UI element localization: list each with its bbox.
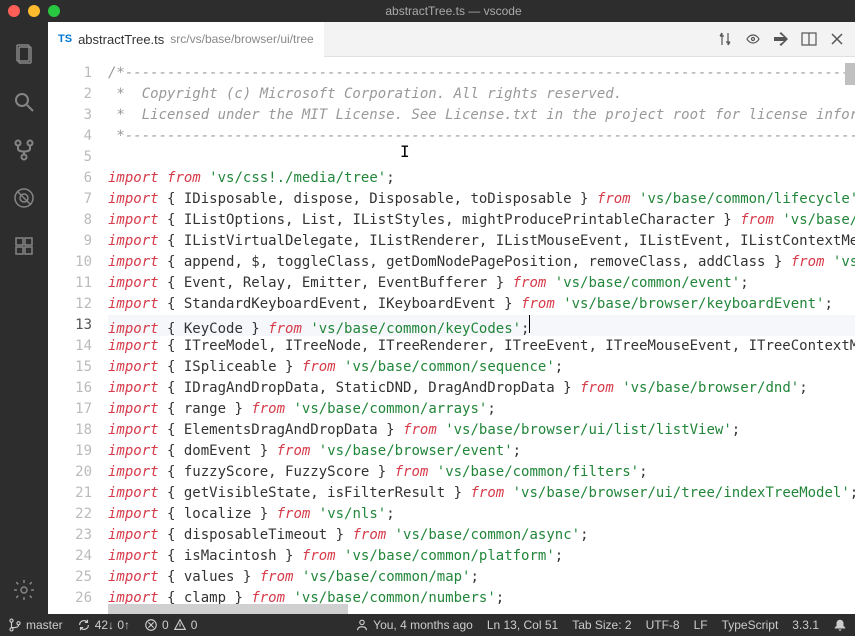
code-line[interactable]: import { values } from 'vs/base/common/m…	[108, 567, 855, 588]
line-number: 14	[48, 336, 92, 357]
horizontal-scrollbar[interactable]	[48, 604, 855, 614]
code-line[interactable]: import { range } from 'vs/base/common/ar…	[108, 399, 855, 420]
cursor-position[interactable]: Ln 13, Col 51	[487, 618, 558, 632]
run-code-icon[interactable]	[773, 31, 789, 47]
line-number: 20	[48, 462, 92, 483]
line-number: 5	[48, 147, 92, 168]
status-bar: master 42↓ 0↑ 0 0 You, 4 months ago Ln 1…	[0, 614, 855, 636]
tab-filename: abstractTree.ts	[78, 32, 164, 47]
code-line[interactable]: import { append, $, toggleClass, getDomN…	[108, 252, 855, 273]
line-number: 2	[48, 84, 92, 105]
code-line[interactable]: import { isMacintosh } from 'vs/base/com…	[108, 546, 855, 567]
typescript-version[interactable]: 3.3.1	[792, 618, 819, 632]
line-number: 8	[48, 210, 92, 231]
git-blame[interactable]: You, 4 months ago	[355, 618, 473, 632]
text-cursor-icon: I	[400, 141, 410, 162]
code-line[interactable]: * Licensed under the MIT License. See Li…	[108, 105, 855, 126]
line-number: 7	[48, 189, 92, 210]
extensions-icon[interactable]	[0, 222, 48, 270]
line-number: 26	[48, 588, 92, 604]
line-number: 13	[48, 315, 92, 336]
breadcrumb: src/vs/base/browser/ui/tree	[170, 32, 313, 46]
line-number-gutter: 1234567891011121314151617181920212223242…	[48, 57, 108, 604]
code-line[interactable]	[108, 147, 855, 168]
language-mode[interactable]: TypeScript	[722, 618, 779, 632]
activity-bar	[0, 22, 48, 614]
window-controls	[8, 5, 60, 17]
problems[interactable]: 0 0	[144, 618, 197, 632]
git-sync[interactable]: 42↓ 0↑	[77, 618, 130, 632]
typescript-file-icon: TS	[58, 33, 72, 45]
line-number: 4	[48, 126, 92, 147]
debug-icon[interactable]	[0, 174, 48, 222]
minimap-slider[interactable]	[845, 63, 855, 85]
window-title: abstractTree.ts — vscode	[60, 4, 847, 18]
source-control-icon[interactable]	[0, 126, 48, 174]
code-line[interactable]: import { ElementsDragAndDropData } from …	[108, 420, 855, 441]
line-number: 19	[48, 441, 92, 462]
line-number: 21	[48, 483, 92, 504]
code-line[interactable]: import { ISpliceable } from 'vs/base/com…	[108, 357, 855, 378]
explorer-icon[interactable]	[0, 30, 48, 78]
code-line[interactable]: *---------------------------------------…	[108, 126, 855, 147]
code-line[interactable]: import { ITreeModel, ITreeNode, ITreeRen…	[108, 336, 855, 357]
code-line[interactable]: * Copyright (c) Microsoft Corporation. A…	[108, 84, 855, 105]
titlebar: abstractTree.ts — vscode	[0, 0, 855, 22]
code-editor[interactable]: 1234567891011121314151617181920212223242…	[48, 57, 855, 604]
code-line[interactable]: import { Event, Relay, Emitter, EventBuf…	[108, 273, 855, 294]
line-number: 25	[48, 567, 92, 588]
code-line[interactable]: import { IListVirtualDelegate, IListRend…	[108, 231, 855, 252]
line-number: 11	[48, 273, 92, 294]
code-line[interactable]: import from 'vs/css!./media/tree';	[108, 168, 855, 189]
code-line[interactable]: import { StandardKeyboardEvent, IKeyboar…	[108, 294, 855, 315]
line-number: 12	[48, 294, 92, 315]
code-line[interactable]: /*--------------------------------------…	[108, 63, 855, 84]
code-line[interactable]: import { disposableTimeout } from 'vs/ba…	[108, 525, 855, 546]
tab-size[interactable]: Tab Size: 2	[572, 618, 631, 632]
line-number: 10	[48, 252, 92, 273]
line-number: 17	[48, 399, 92, 420]
horizontal-scrollbar-thumb[interactable]	[108, 604, 348, 614]
minimize-window-button[interactable]	[28, 5, 40, 17]
line-number: 1	[48, 63, 92, 84]
code-line[interactable]: import { localize } from 'vs/nls';	[108, 504, 855, 525]
settings-gear-icon[interactable]	[0, 566, 48, 614]
code-line[interactable]: import { clamp } from 'vs/base/common/nu…	[108, 588, 855, 604]
line-number: 9	[48, 231, 92, 252]
code-line[interactable]: import { domEvent } from 'vs/base/browse…	[108, 441, 855, 462]
line-number: 18	[48, 420, 92, 441]
split-editor-icon[interactable]	[801, 31, 817, 47]
notification-bell-icon[interactable]	[833, 618, 847, 632]
close-icon[interactable]	[829, 31, 845, 47]
code-line[interactable]: import { IDisposable, dispose, Disposabl…	[108, 189, 855, 210]
line-number: 24	[48, 546, 92, 567]
code-line[interactable]: import { IDragAndDropData, StaticDND, Dr…	[108, 378, 855, 399]
line-number: 22	[48, 504, 92, 525]
editor-actions	[717, 31, 855, 47]
show-preview-icon[interactable]	[745, 31, 761, 47]
code-line[interactable]: import { fuzzyScore, FuzzyScore } from '…	[108, 462, 855, 483]
line-number: 6	[48, 168, 92, 189]
git-branch[interactable]: master	[8, 618, 63, 632]
code-line[interactable]: import { KeyCode } from 'vs/base/common/…	[108, 315, 855, 336]
line-number: 3	[48, 105, 92, 126]
search-icon[interactable]	[0, 78, 48, 126]
code-content[interactable]: /*--------------------------------------…	[108, 57, 855, 604]
close-window-button[interactable]	[8, 5, 20, 17]
tab-bar: TS abstractTree.ts src/vs/base/browser/u…	[48, 22, 855, 57]
compare-changes-icon[interactable]	[717, 31, 733, 47]
code-line[interactable]: import { getVisibleState, isFilterResult…	[108, 483, 855, 504]
encoding[interactable]: UTF-8	[646, 618, 680, 632]
line-number: 16	[48, 378, 92, 399]
eol[interactable]: LF	[694, 618, 708, 632]
line-number: 23	[48, 525, 92, 546]
editor-tab[interactable]: TS abstractTree.ts src/vs/base/browser/u…	[48, 22, 324, 57]
maximize-window-button[interactable]	[48, 5, 60, 17]
line-number: 15	[48, 357, 92, 378]
code-line[interactable]: import { IListOptions, List, IListStyles…	[108, 210, 855, 231]
